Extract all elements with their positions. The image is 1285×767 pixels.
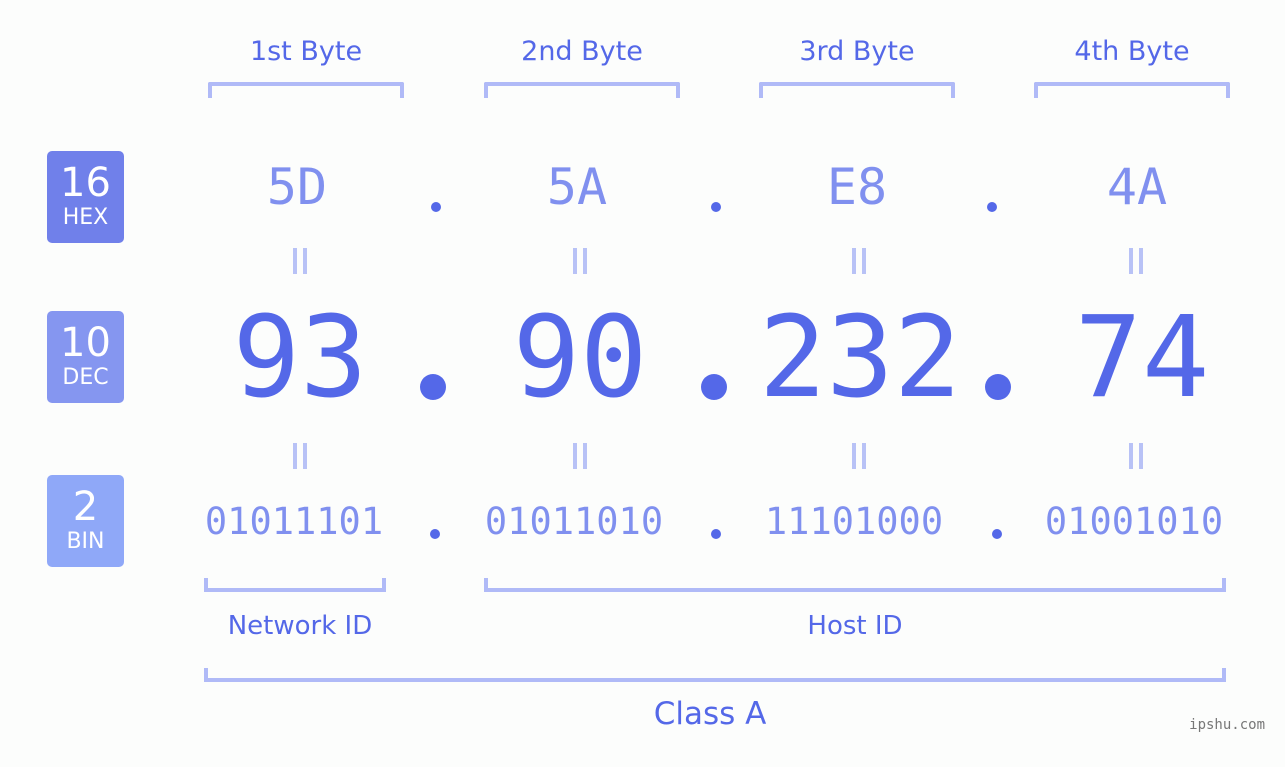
dec-separator-dot <box>420 374 446 400</box>
host-id-bracket <box>484 578 1226 592</box>
class-bracket <box>204 668 1226 682</box>
bin-byte-2: 01011010 <box>484 500 664 543</box>
equals-icon <box>1127 248 1145 274</box>
hex-base: 16 <box>60 160 111 206</box>
equals-icon <box>571 443 589 469</box>
dec-byte-4: 74 <box>1074 293 1210 423</box>
equals-icon <box>291 443 309 469</box>
watermark: ipshu.com <box>1189 717 1265 733</box>
dec-label: DEC <box>62 365 109 390</box>
hex-byte-2: 5A <box>546 158 608 216</box>
network-id-label: Network ID <box>227 611 373 641</box>
host-id-label: Host ID <box>807 611 903 641</box>
byte-header-3: 3rd Byte <box>799 36 915 67</box>
hex-byte-4: 4A <box>1106 158 1168 216</box>
dec-separator-dot <box>985 374 1011 400</box>
dec-byte-2: 90 <box>512 293 648 423</box>
byte-header-4: 4th Byte <box>1074 36 1190 67</box>
bin-byte-1: 01011101 <box>204 500 384 543</box>
hex-separator-dot <box>431 202 441 212</box>
hex-byte-3: E8 <box>826 158 888 216</box>
equals-icon <box>850 443 868 469</box>
bin-label: BIN <box>66 529 105 554</box>
equals-icon <box>571 248 589 274</box>
equals-icon <box>291 248 309 274</box>
dec-separator-dot <box>701 374 727 400</box>
byte-bracket-2 <box>484 82 680 98</box>
hex-separator-dot <box>711 202 721 212</box>
dec-byte-1: 93 <box>232 293 368 423</box>
equals-icon <box>1127 443 1145 469</box>
bin-badge: 2 BIN <box>47 475 124 567</box>
hex-label: HEX <box>62 205 109 230</box>
dec-byte-3: 232 <box>758 293 962 423</box>
byte-header-1: 1st Byte <box>249 36 363 67</box>
bin-byte-4: 01001010 <box>1044 500 1224 543</box>
bin-separator-dot <box>992 529 1002 539</box>
byte-header-2: 2nd Byte <box>521 36 643 67</box>
byte-bracket-4 <box>1034 82 1230 98</box>
byte-bracket-3 <box>759 82 955 98</box>
bin-separator-dot <box>430 529 440 539</box>
bin-byte-3: 11101000 <box>764 500 944 543</box>
class-label: Class A <box>653 696 767 732</box>
bin-base: 2 <box>72 484 99 530</box>
equals-icon <box>850 248 868 274</box>
hex-byte-1: 5D <box>266 158 328 216</box>
dec-badge: 10 DEC <box>47 311 124 403</box>
bin-separator-dot <box>711 529 721 539</box>
byte-bracket-1 <box>208 82 404 98</box>
hex-badge: 16 HEX <box>47 151 124 243</box>
network-id-bracket <box>204 578 386 592</box>
dec-base: 10 <box>60 320 111 366</box>
hex-separator-dot <box>987 202 997 212</box>
